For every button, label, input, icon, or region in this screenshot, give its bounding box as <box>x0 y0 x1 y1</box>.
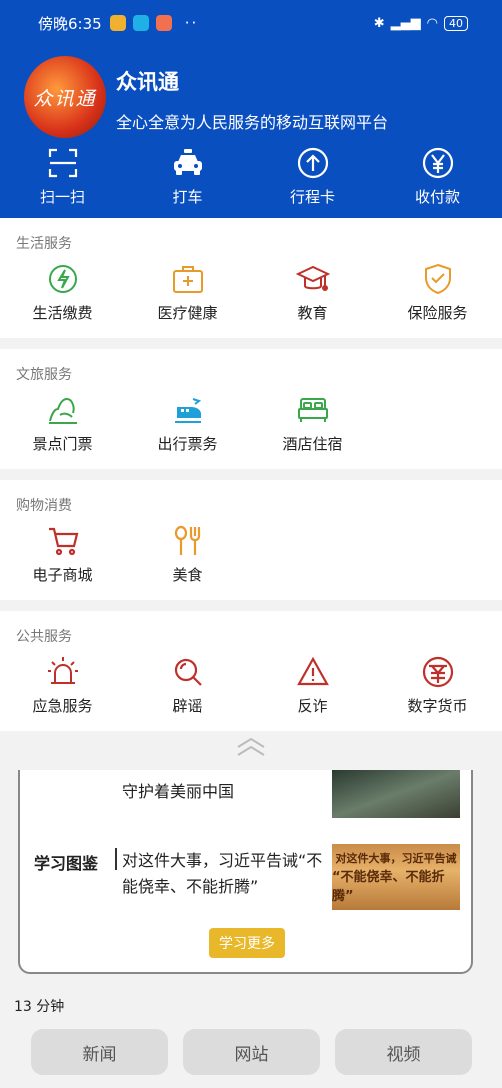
hotel-button[interactable]: 酒店住宿 <box>250 393 375 454</box>
wifi-icon: ◠ <box>426 15 438 31</box>
education-button[interactable]: 教育 <box>250 262 375 323</box>
public-services-section: 公共服务 应急服务 辟谣 反诈 数字货币 <box>0 611 502 731</box>
tab-videos[interactable]: 视频 <box>335 1029 472 1075</box>
insurance-button[interactable]: 保险服务 <box>375 262 500 323</box>
medical-kit-icon <box>172 266 203 293</box>
collapse-chevron-icon[interactable] <box>235 736 267 758</box>
shopping-section: 购物消费 电子商城 美食 <box>0 480 502 600</box>
card-article-title[interactable]: 对这件大事，习近平告诫“不能侥幸、不能折腾” <box>122 848 327 900</box>
e-mall-button[interactable]: 电子商城 <box>0 524 125 585</box>
food-icon <box>174 525 200 555</box>
app-title: 众讯通 <box>116 70 179 94</box>
signal-icon: ▂▄▆ <box>390 15 421 31</box>
food-button[interactable]: 美食 <box>125 524 250 585</box>
quick-actions: 扫一扫 打车 行程卡 收付款 <box>0 146 502 207</box>
travel-ticket-button[interactable]: 出行票务 <box>125 393 250 454</box>
thumbnail-caption: 对这件大事，习近平告诫 <box>335 852 457 865</box>
learning-card: 守护着美丽中国 学习图鉴 对这件大事，习近平告诫“不能侥幸、不能折腾” 对这件大… <box>18 770 473 974</box>
section-title: 购物消费 <box>16 498 72 514</box>
bluetooth-icon: ✱ <box>373 15 385 31</box>
medical-button[interactable]: 医疗健康 <box>125 262 250 323</box>
bottom-tabs: 新闻 网站 视频 <box>31 1029 472 1075</box>
payment-button[interactable]: 收付款 <box>375 146 500 207</box>
learn-more-button[interactable]: 学习更多 <box>209 928 285 958</box>
article-thumbnail[interactable]: 对这件大事，习近平告诫 “不能侥幸、不能折腾” <box>332 844 460 910</box>
card-article-title[interactable]: 守护着美丽中国 <box>122 778 234 802</box>
notification-app-icon <box>155 15 172 31</box>
shield-check-icon <box>424 263 451 295</box>
graduation-cap-icon <box>295 265 330 291</box>
cart-icon <box>48 527 78 556</box>
taxi-button[interactable]: 打车 <box>125 146 250 207</box>
mountain-icon <box>48 397 77 424</box>
train-icon <box>174 398 201 423</box>
taxi-icon <box>173 149 202 175</box>
card-label: 学习图鉴 <box>34 854 99 873</box>
thumbnail-caption: “不能侥幸、不能折腾” <box>332 870 445 904</box>
card-divider <box>115 848 117 870</box>
section-title: 生活服务 <box>16 236 72 252</box>
bed-icon <box>297 398 328 422</box>
article-thumbnail[interactable] <box>332 770 460 818</box>
scenic-ticket-button[interactable]: 景点门票 <box>0 393 125 454</box>
reading-time: 13 分钟 <box>14 999 65 1015</box>
travel-services-section: 文旅服务 景点门票 出行票务 酒店住宿 <box>0 349 502 469</box>
bolt-icon <box>48 265 77 293</box>
more-notifications-icon: ·· <box>184 14 199 32</box>
anti-fraud-button[interactable]: 反诈 <box>250 655 375 716</box>
app-logo: 众讯通 <box>24 56 106 138</box>
notification-app-icon <box>109 15 126 31</box>
utility-bill-button[interactable]: 生活缴费 <box>0 262 125 323</box>
search-icon <box>174 658 202 686</box>
alarm-light-icon <box>47 657 78 684</box>
app-subtitle: 全心全意为人民服务的移动互联网平台 <box>116 113 389 132</box>
trip-card-button[interactable]: 行程卡 <box>250 146 375 207</box>
app-header: 傍晚6:35 ·· ✱ ▂▄▆ ◠ 40 众讯通 众讯通 全心全意为人民服务的移… <box>0 0 502 218</box>
status-time: 傍晚6:35 <box>38 14 102 33</box>
tab-news[interactable]: 新闻 <box>31 1029 168 1075</box>
tab-websites[interactable]: 网站 <box>183 1029 320 1075</box>
battery-icon: 40 <box>444 15 468 31</box>
life-services-section: 生活服务 生活缴费 医疗健康 教育 保险服务 <box>0 218 502 338</box>
scan-icon <box>48 148 77 178</box>
section-title: 公共服务 <box>16 629 72 645</box>
yen-circle-icon <box>422 147 453 179</box>
emergency-button[interactable]: 应急服务 <box>0 655 125 716</box>
arrow-up-circle-icon <box>297 147 328 179</box>
rumor-refute-button[interactable]: 辟谣 <box>125 655 250 716</box>
status-bar: 傍晚6:35 ·· ✱ ▂▄▆ ◠ 40 <box>38 10 468 36</box>
digital-currency-button[interactable]: 数字货币 <box>375 655 500 716</box>
warning-icon <box>296 656 329 686</box>
scan-button[interactable]: 扫一扫 <box>0 146 125 207</box>
notification-app-icon <box>132 15 149 31</box>
digital-currency-icon <box>422 656 453 688</box>
section-title: 文旅服务 <box>16 367 72 383</box>
